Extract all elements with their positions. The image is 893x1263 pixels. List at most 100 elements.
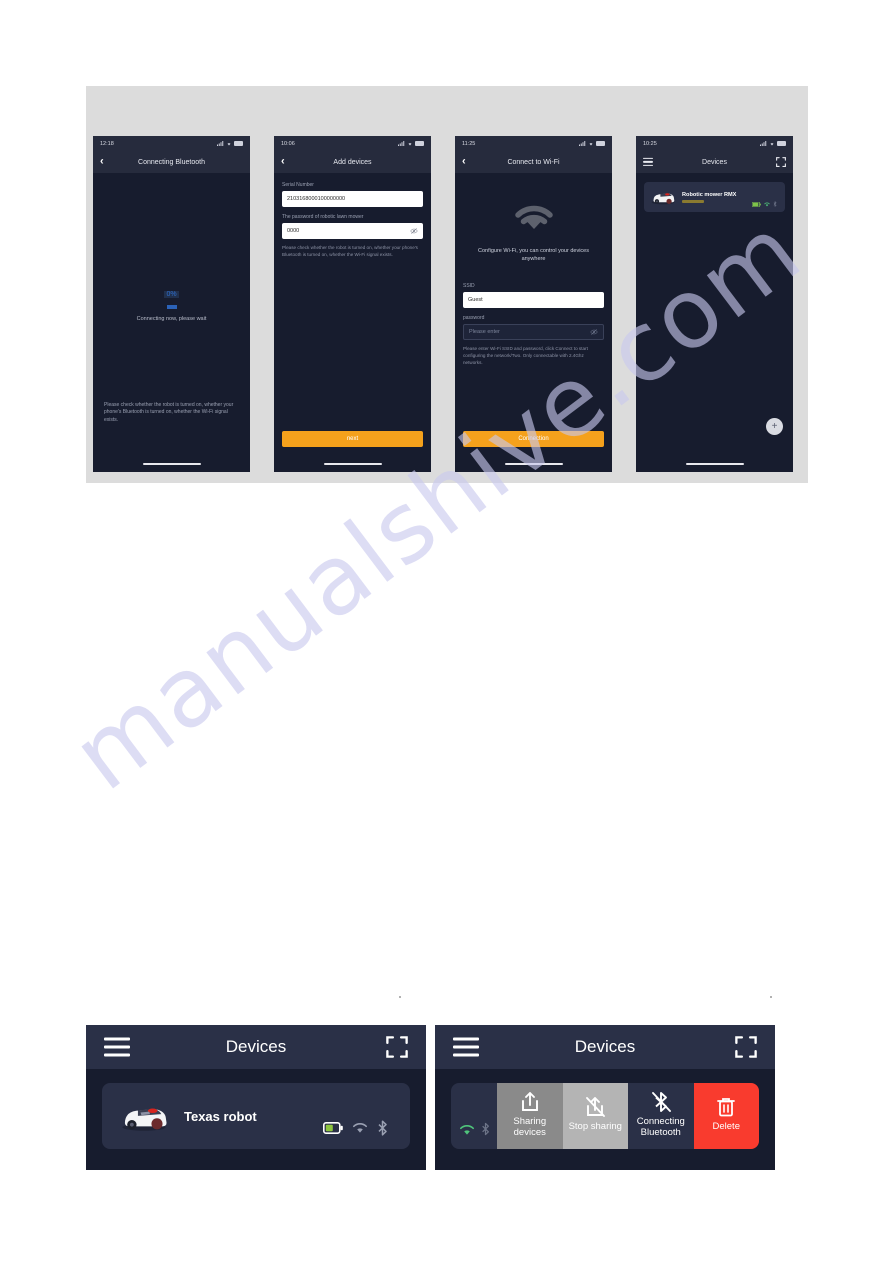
mower-password-label: The password of robotic lawn mower (282, 214, 364, 220)
nav-title: Connect to Wi-Fi (507, 158, 560, 166)
wifi-icon (514, 205, 553, 229)
hamburger-icon[interactable] (453, 1033, 479, 1062)
fullscreen-icon[interactable] (386, 1036, 408, 1058)
stop-sharing-label: Stop sharing (568, 1121, 622, 1133)
eye-off-icon[interactable] (590, 328, 598, 336)
nav-title: Add devices (333, 158, 372, 166)
wifi-icon (408, 143, 412, 146)
wifi-icon (589, 143, 593, 146)
back-button[interactable]: ‹ (462, 156, 466, 168)
wifi-hero-block: Configure Wi-Fi, you can control your de… (455, 195, 612, 264)
sharing-devices-action[interactable]: Sharing devices (497, 1083, 563, 1149)
progress-percent: 0% (164, 291, 179, 298)
cellular-signal-icon (579, 141, 586, 146)
home-indicator (323, 462, 382, 465)
serial-number-label: Serial Number (282, 182, 314, 188)
add-device-form: Serial Number 2103168000100000000 The pa… (282, 182, 423, 258)
mower-password-input[interactable]: 0000 (282, 223, 423, 239)
wifi-icon (227, 143, 231, 146)
connecting-bluetooth-action[interactable]: Connecting Bluetooth (628, 1083, 694, 1149)
top-figure-plate: 12:18 ‹ Connecting Bluetooth 0% Connecti… (86, 86, 808, 483)
screen-body: Serial Number 2103168000100000000 The pa… (274, 173, 431, 472)
wifi-icon (459, 1125, 474, 1135)
device-name: Robotic mower RMX (682, 191, 737, 198)
serial-number-value: 2103168000100000000 (287, 196, 346, 202)
status-indicators (760, 141, 786, 146)
devices-panel-normal: Devices Texas robot (86, 1025, 426, 1170)
connection-button[interactable]: Connection (463, 431, 604, 447)
hamburger-icon[interactable] (643, 156, 653, 168)
nav-title: Devices (702, 158, 727, 166)
wifi-icon (353, 1123, 367, 1133)
panel-title: Devices (574, 1037, 636, 1056)
nav-title: Connecting Bluetooth (138, 158, 205, 166)
wifi-password-label: password (463, 315, 485, 321)
device-card[interactable]: Robotic mower RMX (644, 182, 785, 212)
fullscreen-icon[interactable] (776, 157, 786, 167)
mower-password-value: 0000 (287, 228, 300, 234)
bluetooth-icon (773, 201, 777, 207)
wifi-hero-text: Configure Wi-Fi, you can control your de… (478, 248, 589, 263)
status-indicators (398, 141, 424, 146)
screen-body: Robotic mower RMX + (636, 173, 793, 472)
loading-spinner-icon (166, 305, 177, 309)
progress-block: 0% Connecting now, please wait (93, 283, 250, 322)
back-button[interactable]: ‹ (100, 156, 104, 168)
panel-body: Texas robot (86, 1069, 426, 1170)
status-time: 10:06 (281, 140, 295, 147)
delete-action[interactable]: Delete (693, 1083, 759, 1149)
status-bar: 11:25 (455, 136, 612, 151)
wifi-password-input[interactable]: Please enter (463, 324, 604, 340)
wifi-password-placeholder: Please enter (469, 329, 500, 335)
nav-bar: ‹ Connecting Bluetooth (93, 151, 250, 173)
phone-connect-to-wifi: 11:25 ‹ Connect to Wi-Fi Configure Wi-Fi… (455, 136, 612, 472)
phone-screenshot-row: 12:18 ‹ Connecting Bluetooth 0% Connecti… (86, 86, 808, 483)
status-indicators (579, 141, 605, 146)
phone-add-devices: 10:06 ‹ Add devices Serial Number 210316… (274, 136, 431, 472)
panel-header: Devices (435, 1025, 775, 1069)
eye-off-icon[interactable] (410, 227, 418, 235)
devices-panel-swipe-actions: Devices Sharing devices Stop sharing Con… (435, 1025, 775, 1170)
status-time: 10:25 (643, 140, 657, 147)
bluetooth-slash-icon (651, 1092, 671, 1113)
stop-sharing-action[interactable]: Stop sharing (562, 1083, 628, 1149)
phone-connecting-bluetooth: 12:18 ‹ Connecting Bluetooth 0% Connecti… (93, 136, 250, 472)
panel-header: Devices (86, 1025, 426, 1069)
hamburger-icon[interactable] (104, 1033, 130, 1062)
ssid-value: Guest (468, 297, 483, 303)
status-bar: 10:25 (636, 136, 793, 151)
wifi-icon (764, 202, 770, 206)
wifi-icon (770, 143, 774, 146)
device-status-icons (752, 201, 777, 207)
next-button[interactable]: next (282, 431, 423, 447)
battery-icon (323, 1122, 343, 1134)
bluetooth-icon (481, 1122, 489, 1136)
waiting-text: Connecting now, please wait (136, 316, 207, 322)
fullscreen-icon[interactable] (735, 1036, 757, 1058)
battery-icon (752, 201, 761, 207)
sharing-devices-label: Sharing devices (513, 1116, 547, 1138)
ssid-input[interactable]: Guest (463, 292, 604, 308)
delete-label: Delete (712, 1121, 740, 1133)
device-card[interactable]: Texas robot (102, 1083, 410, 1149)
robot-mower-image (651, 193, 675, 205)
nav-bar: Devices (636, 151, 793, 173)
trash-icon (717, 1098, 736, 1117)
screen-body: 0% Connecting now, please wait Please ch… (93, 173, 250, 472)
cellular-signal-icon (398, 141, 405, 146)
home-indicator (685, 462, 744, 465)
share-up-slash-icon (586, 1097, 606, 1118)
device-row-remnant[interactable] (451, 1083, 497, 1149)
status-time: 12:18 (100, 140, 114, 147)
phone-devices-list: 10:25 Devices Robotic mower RMX + (636, 136, 793, 472)
status-bar: 10:06 (274, 136, 431, 151)
serial-number-input[interactable]: 2103168000100000000 (282, 191, 423, 207)
battery-icon (596, 141, 605, 146)
robot-mower-image (122, 1108, 167, 1131)
panel-title: Devices (225, 1037, 287, 1056)
device-status-icons (323, 1120, 388, 1136)
form-hint-note: Please check whether the robot is turned… (282, 245, 418, 258)
home-indicator (504, 462, 563, 465)
back-button[interactable]: ‹ (281, 156, 285, 168)
add-device-fab[interactable]: + (766, 418, 783, 435)
